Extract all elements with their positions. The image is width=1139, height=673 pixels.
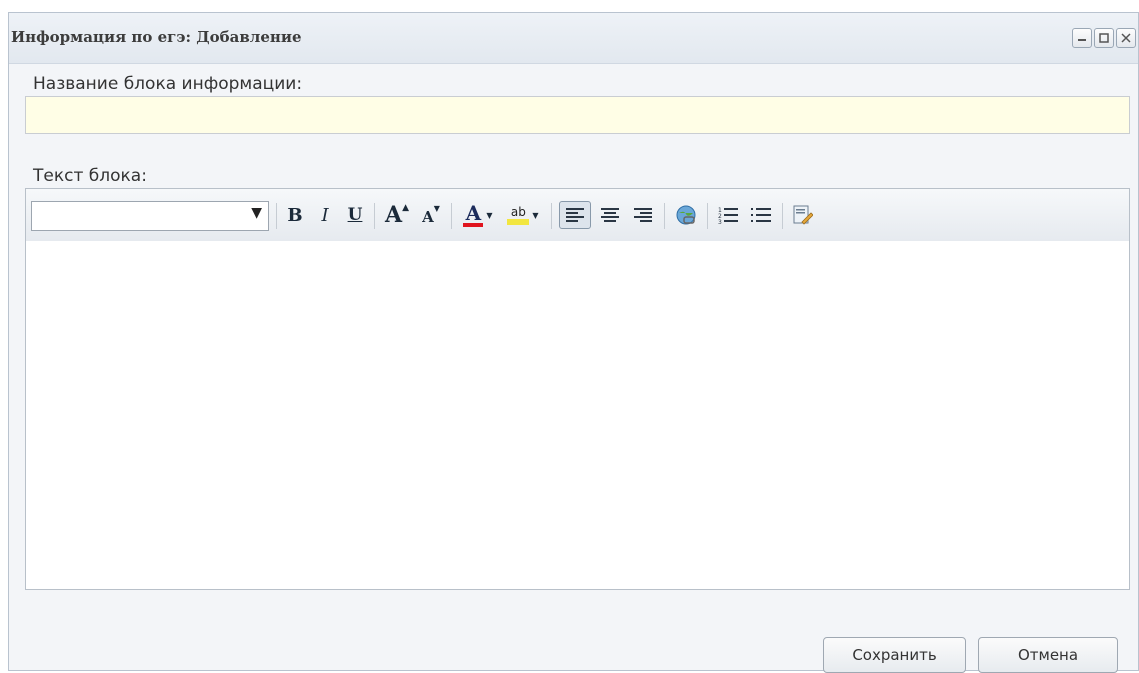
- font-color-glyph: A: [465, 201, 482, 225]
- highlight-glyph: ab: [510, 205, 526, 219]
- font-color-button[interactable]: A ▼: [459, 201, 497, 229]
- font-color-icon: A: [463, 201, 484, 227]
- minimize-icon: [1078, 39, 1086, 41]
- save-button[interactable]: Сохранить: [823, 637, 966, 673]
- dialog-title: Информация по егэ: Добавление: [11, 28, 302, 46]
- block-name-input[interactable]: [25, 96, 1130, 134]
- align-left-icon: [566, 208, 584, 222]
- font-family-select[interactable]: ▼: [31, 201, 269, 231]
- numbered-list-button[interactable]: 1 2 3: [714, 201, 742, 229]
- chevron-down-icon: ▼: [486, 210, 493, 220]
- italic-icon: I: [321, 204, 329, 226]
- italic-button[interactable]: I: [314, 201, 336, 229]
- bullet-list-icon: [751, 208, 771, 222]
- dialog-titlebar[interactable]: Информация по егэ: Добавление: [9, 13, 1138, 64]
- bold-button[interactable]: B: [284, 201, 306, 229]
- close-button[interactable]: [1116, 28, 1136, 48]
- toolbar-separator: [782, 203, 783, 229]
- align-right-icon: [634, 208, 652, 222]
- bullet-list-button[interactable]: [747, 201, 775, 229]
- increase-font-icon: A: [385, 202, 403, 228]
- source-edit-button[interactable]: [789, 201, 817, 229]
- increase-arrow-glyph: ▲: [402, 203, 409, 213]
- align-left-button[interactable]: [559, 201, 591, 229]
- toolbar-separator: [276, 203, 277, 229]
- editor-toolbar: ▼ B I U A ▲ A ▼ A ▼ ab ▼ 1 2 3: [26, 189, 1129, 242]
- numbered-list-icon: 1 2 3: [718, 207, 738, 224]
- chevron-down-icon: ▼: [532, 210, 539, 220]
- editor-text-area[interactable]: [26, 241, 1129, 589]
- maximize-icon: [1099, 33, 1109, 43]
- decrease-font-button[interactable]: A ▼: [418, 201, 444, 229]
- insert-link-icon: [676, 205, 696, 225]
- bold-icon: B: [287, 204, 303, 226]
- toolbar-separator: [551, 203, 552, 229]
- highlight-color-button[interactable]: ab ▼: [503, 201, 543, 229]
- toolbar-separator: [707, 203, 708, 229]
- toolbar-separator: [451, 203, 452, 229]
- toolbar-separator: [664, 203, 665, 229]
- svg-text:3: 3: [718, 219, 722, 224]
- close-icon: [1121, 33, 1131, 43]
- font-color-swatch: [463, 223, 484, 227]
- increase-font-button[interactable]: A ▲: [382, 201, 412, 229]
- name-field-label: Название блока информации:: [33, 74, 303, 94]
- underline-button[interactable]: U: [344, 201, 366, 229]
- align-right-button[interactable]: [629, 201, 657, 229]
- source-edit-icon: [793, 205, 813, 225]
- dropdown-arrow-icon: ▼: [251, 205, 262, 221]
- decrease-arrow-glyph: ▼: [433, 204, 440, 213]
- text-field-label: Текст блока:: [33, 166, 147, 186]
- cancel-button[interactable]: Отмена: [978, 637, 1118, 673]
- highlight-color-icon: ab: [507, 205, 530, 225]
- maximize-button[interactable]: [1094, 28, 1114, 48]
- insert-link-button[interactable]: [672, 201, 700, 229]
- highlight-swatch: [507, 219, 530, 225]
- align-center-icon: [601, 208, 619, 222]
- window-controls: [1072, 28, 1136, 48]
- toolbar-separator: [374, 203, 375, 229]
- align-center-button[interactable]: [596, 201, 624, 229]
- decrease-font-icon: A: [422, 208, 434, 226]
- minimize-button[interactable]: [1072, 28, 1092, 48]
- rich-text-editor: ▼ B I U A ▲ A ▼ A ▼ ab ▼ 1 2 3: [25, 188, 1130, 590]
- underline-icon: U: [347, 205, 363, 225]
